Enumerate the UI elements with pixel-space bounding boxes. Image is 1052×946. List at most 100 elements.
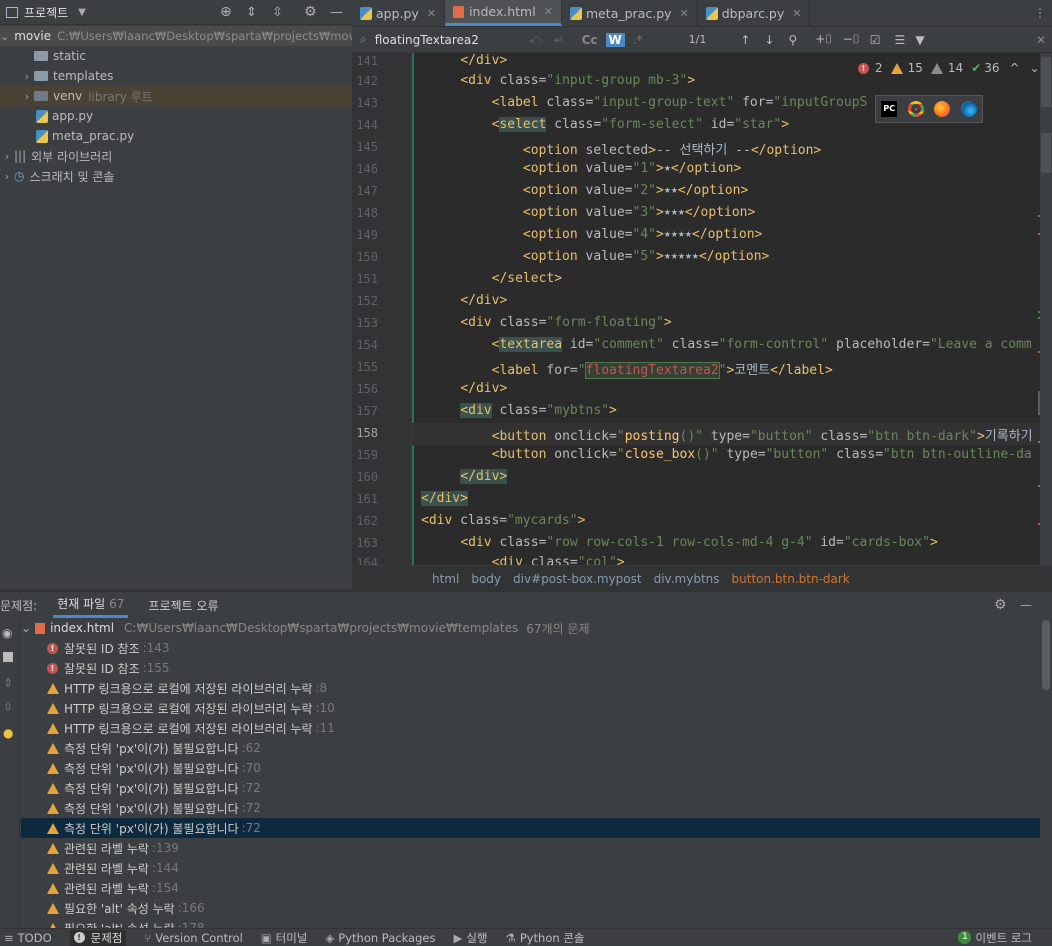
todo-tool[interactable]: ≡ TODO xyxy=(4,931,52,945)
breadcrumb-item[interactable]: body xyxy=(471,572,501,586)
tree-item-static[interactable]: static xyxy=(0,46,352,66)
chrome-icon[interactable] xyxy=(907,101,924,117)
words-toggle[interactable]: W xyxy=(605,32,625,47)
tab-app-py[interactable]: app.py ✕ xyxy=(352,0,446,26)
collapse-icon[interactable]: ⇳ xyxy=(3,700,13,714)
remove-selection-icon[interactable]: −⌷ xyxy=(843,32,860,47)
close-icon[interactable]: ✕ xyxy=(680,7,689,20)
search-icon[interactable]: ⌕ xyxy=(360,32,367,47)
breadcrumb-item[interactable]: div#post-box.mypost xyxy=(513,572,642,586)
problem-row[interactable]: 관련된 라벨 누락:144 xyxy=(21,858,1040,878)
filter-icon[interactable]: ▼ xyxy=(915,33,924,47)
problems-scrollbar[interactable] xyxy=(1042,620,1050,690)
chevron-down-icon[interactable]: ▼ xyxy=(78,7,86,18)
pycharm-icon[interactable]: PC xyxy=(881,101,898,117)
minimize-icon[interactable]: — xyxy=(330,5,343,20)
minimize-icon[interactable]: — xyxy=(1020,598,1032,612)
multiline-icon[interactable]: ↵ xyxy=(554,33,564,47)
collapse-all-icon[interactable]: ⇳ xyxy=(272,5,283,20)
problem-row[interactable]: 측정 단위 'px'이(가) 불필요합니다:70 xyxy=(21,758,1040,778)
add-selection-icon[interactable]: +⌷ xyxy=(815,32,832,47)
tree-item-app-py[interactable]: app.py xyxy=(0,106,352,126)
lightbulb-icon[interactable]: ● xyxy=(3,726,13,740)
select-all-icon[interactable]: ☑ xyxy=(870,33,881,47)
chevron-up-icon[interactable]: ^ xyxy=(1010,61,1020,75)
filter-list-icon[interactable]: ☰ xyxy=(895,33,906,47)
more-tabs-icon[interactable]: ⋮ xyxy=(1028,0,1052,26)
problem-row[interactable]: ! 잘못된 ID 참조:143 xyxy=(21,638,1040,658)
packages-icon: ◈ xyxy=(325,930,335,945)
problem-row[interactable]: HTTP 링크용으로 로컬에 저장된 라이브러리 누락:10 xyxy=(21,698,1040,718)
clear-icon[interactable]: ⤺ xyxy=(529,32,542,47)
tree-item-external-libraries[interactable]: › ||| 외부 라이브러리 xyxy=(0,146,352,166)
close-icon[interactable]: ✕ xyxy=(544,5,553,18)
chevron-right-icon[interactable]: › xyxy=(0,150,14,163)
code-editor[interactable]: 141 142 143 144 145 146 147 148 149 150 151 152 153 1… xyxy=(352,53,1052,565)
tree-item-venv[interactable]: › venv library 루트 xyxy=(0,86,352,106)
next-occurrence-icon[interactable]: ↓ xyxy=(764,33,774,47)
chevron-down-icon[interactable]: ⌄ xyxy=(21,621,31,635)
close-icon[interactable]: ✕ xyxy=(427,7,436,20)
tab-index-html[interactable]: index.html ✕ xyxy=(445,0,562,26)
problems-list: ◉ ⇕ ⇳ ● ⌄ index.html C:₩Users₩laanc₩Desk… xyxy=(0,618,1052,928)
event-log-tool[interactable]: 1 이벤트 로그 xyxy=(958,930,1032,946)
tree-item-scratches[interactable]: › ◷ 스크래치 및 콘솔 xyxy=(0,166,352,186)
terminal-tool[interactable]: ▣ 터미널 xyxy=(261,930,308,946)
problem-row[interactable]: 측정 단위 'px'이(가) 불필요합니다:72 xyxy=(21,798,1040,818)
eye-icon[interactable]: ◉ xyxy=(2,626,12,640)
tree-item-templates[interactable]: › templates xyxy=(0,66,352,86)
problem-row[interactable]: HTTP 링크용으로 로컬에 저장된 라이브러리 누락:11 xyxy=(21,718,1040,738)
breadcrumb-item[interactable]: button.btn.btn-dark xyxy=(732,572,850,586)
locate-icon[interactable]: ⊕ xyxy=(220,4,232,20)
close-icon[interactable]: ✕ xyxy=(792,7,801,20)
gear-icon[interactable]: ⚙ xyxy=(994,597,1007,613)
problem-row[interactable]: ! 잘못된 ID 참조:155 xyxy=(21,658,1040,678)
problem-row[interactable]: 관련된 라벨 누락:154 xyxy=(21,878,1040,898)
find-input[interactable]: floatingTextarea2 xyxy=(375,33,515,47)
close-icon[interactable]: ✕ xyxy=(1036,33,1046,47)
html-file-icon xyxy=(453,5,465,18)
run-tool[interactable]: ▶ 실행 xyxy=(453,930,487,946)
python-packages-tool[interactable]: ◈ Python Packages xyxy=(325,931,435,945)
problem-row[interactable]: 필요한 'alt' 속성 누락:178 xyxy=(21,918,1040,928)
preview-icon[interactable] xyxy=(3,652,13,662)
previous-occurrence-icon[interactable]: ↑ xyxy=(740,33,750,47)
python-console-tool[interactable]: ⚗ Python 콘솔 xyxy=(506,930,585,946)
project-panel-title[interactable]: 프로젝트 xyxy=(24,4,68,21)
problem-row[interactable]: 필요한 'alt' 속성 누락:166 xyxy=(21,898,1040,918)
expand-all-icon[interactable]: ⇕ xyxy=(246,5,257,20)
tab-project-errors[interactable]: 프로젝트 오류 xyxy=(148,597,218,614)
edge-icon[interactable] xyxy=(960,101,977,117)
problem-row[interactable]: 측정 단위 'px'이(가) 불필요합니다:72 xyxy=(21,818,1040,838)
problem-row[interactable]: HTTP 링크용으로 로컬에 저장된 라이브러리 누락:8 xyxy=(21,678,1040,698)
sciview-tool-label[interactable] xyxy=(1041,133,1051,173)
tab-dbparc-py[interactable]: dbparc.py ✕ xyxy=(698,0,811,26)
version-control-tool[interactable]: ⑂ Version Control xyxy=(144,931,242,945)
chevron-right-icon[interactable]: › xyxy=(0,170,14,183)
firefox-icon[interactable] xyxy=(934,101,951,117)
problems-tool[interactable]: ! 문제점 xyxy=(69,929,127,946)
chevron-right-icon[interactable]: › xyxy=(20,90,34,103)
gear-icon[interactable]: ⚙ xyxy=(304,4,317,20)
expand-icon[interactable]: ⇕ xyxy=(3,676,13,690)
tree-item-meta-prac-py[interactable]: meta_prac.py xyxy=(0,126,352,146)
tab-meta-prac-py[interactable]: meta_prac.py ✕ xyxy=(562,0,698,26)
pin-icon[interactable]: ⚲ xyxy=(788,33,797,47)
library-icon: ||| xyxy=(14,149,27,163)
tree-item-movie[interactable]: ⌄ movie C:₩Users₩laanc₩Desktop₩sparta₩pr… xyxy=(0,26,352,46)
problem-row[interactable]: 관련된 라벨 누락:139 xyxy=(21,838,1040,858)
warning-icon xyxy=(890,62,903,74)
browser-popup: PC xyxy=(875,95,983,123)
regex-toggle[interactable]: .* xyxy=(633,33,643,47)
problems-file-row[interactable]: ⌄ index.html C:₩Users₩laanc₩Desktop₩spar… xyxy=(21,618,1040,638)
breadcrumb-item[interactable]: html xyxy=(432,572,459,586)
chevron-down-icon[interactable]: ⌄ xyxy=(0,30,9,43)
match-case-toggle[interactable]: Cc xyxy=(582,33,598,47)
problem-row[interactable]: 측정 단위 'px'이(가) 불필요합니다:72 xyxy=(21,778,1040,798)
problem-row[interactable]: 측정 단위 'px'이(가) 불필요합니다:62 xyxy=(21,738,1040,758)
chevron-right-icon[interactable]: › xyxy=(20,70,34,83)
inspection-widget[interactable]: ! 2 15 14 ✔ 36 ^ ⌄ xyxy=(858,61,1040,75)
tab-current-file[interactable]: 현재 파일 67 xyxy=(53,592,129,618)
breadcrumb-item[interactable]: div.mybtns xyxy=(654,572,720,586)
database-tool-label[interactable] xyxy=(1041,57,1051,107)
